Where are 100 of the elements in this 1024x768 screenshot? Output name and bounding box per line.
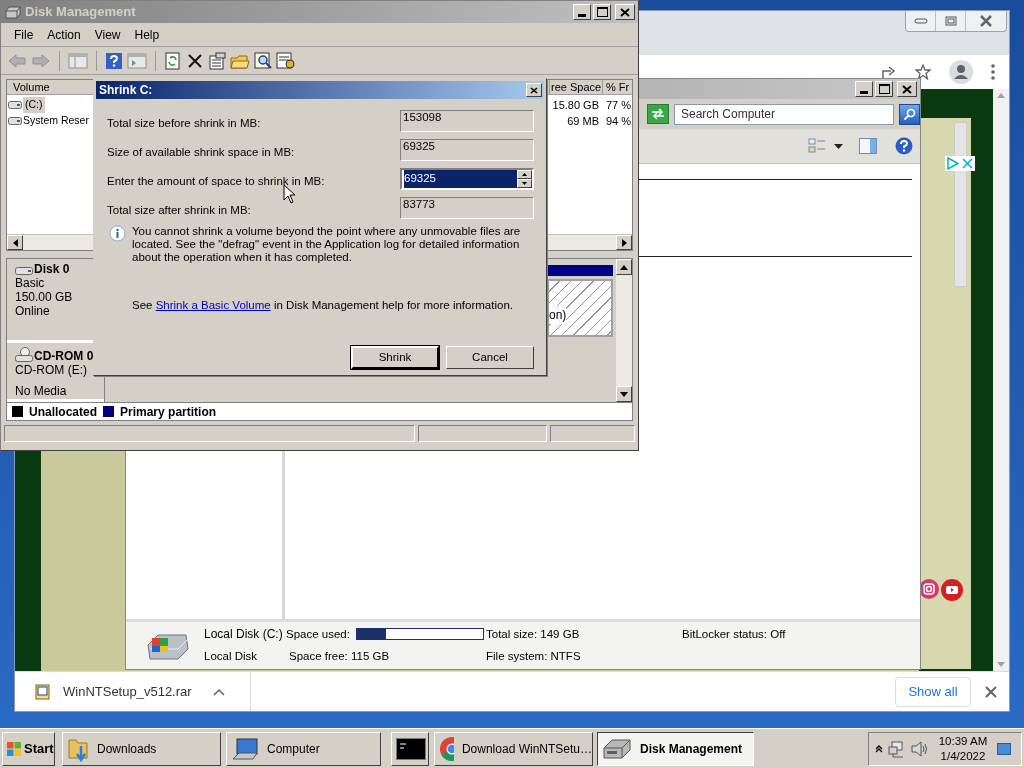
action-pane-icon[interactable]	[127, 52, 147, 69]
menu-item[interactable]: Action	[40, 23, 88, 46]
table-cell[interactable]: (C:)	[23, 97, 45, 113]
table-cell-text: 15.80 GB	[551, 97, 600, 113]
close-button[interactable]	[526, 83, 542, 97]
dialog-button[interactable]: Shrink	[351, 346, 439, 370]
drive-icon	[8, 100, 22, 110]
caret-icon[interactable]	[834, 143, 843, 149]
chrome-icon	[439, 735, 454, 762]
space-used-label: Space used:	[286, 626, 350, 642]
close-icon[interactable]	[902, 84, 912, 94]
close-button[interactable]	[897, 81, 917, 97]
start-button[interactable]: Start	[2, 731, 55, 766]
field-label: Enter the amount of space to shrink in MB:	[107, 174, 325, 190]
table-cell-text: 77 %	[605, 97, 632, 113]
close-icon[interactable]	[620, 7, 630, 17]
partition-box[interactable]: on)	[547, 279, 613, 337]
command-prompt-icon	[396, 737, 426, 760]
partition-header	[547, 265, 613, 276]
speaker-icon[interactable]	[911, 740, 929, 757]
computer-icon	[231, 736, 259, 761]
preview-pane-icon[interactable]	[859, 138, 877, 154]
scrollbar[interactable]	[954, 122, 968, 287]
drive-icon	[8, 116, 22, 126]
drive-name: Local Disk (C:)	[204, 626, 284, 644]
field-label: Total size after shrink in MB:	[107, 203, 251, 219]
profile-icon[interactable]	[949, 60, 973, 84]
help-icon[interactable]	[105, 51, 123, 70]
disk-detail: Basic	[15, 277, 46, 290]
close-button[interactable]	[615, 4, 635, 20]
disk-icon	[5, 5, 21, 19]
window-title: Disk Management	[25, 3, 137, 22]
menu-item[interactable]: Help	[127, 23, 167, 46]
share-icon[interactable]	[881, 65, 897, 79]
arrow-icon[interactable]	[620, 391, 628, 397]
readonly-field: 153098	[400, 110, 534, 132]
help-icon[interactable]	[895, 137, 913, 155]
properties-icon[interactable]	[208, 51, 226, 70]
column-header[interactable]: % Fr	[603, 80, 632, 94]
scroll-right-button[interactable]	[616, 235, 632, 250]
spin-buttons[interactable]	[517, 170, 532, 188]
help-text: See Shrink a Basic Volume in Disk Management help for more information.	[131, 298, 514, 313]
disk-detail: Online	[15, 305, 51, 318]
taskbar-button[interactable]: Downloads	[62, 731, 221, 766]
disk-detail: 150.00 GB	[15, 291, 74, 304]
dialog-button[interactable]: Cancel	[446, 346, 534, 370]
ad-close-icon[interactable]	[960, 156, 976, 171]
taskbar-button[interactable]	[391, 731, 429, 766]
column-header[interactable]: ree Space	[549, 80, 603, 94]
menu-item[interactable]: File	[7, 23, 41, 46]
minimize-icon[interactable]	[913, 18, 928, 24]
menu-icon[interactable]	[991, 64, 995, 80]
search-icon[interactable]	[254, 51, 272, 70]
disk-label-panel[interactable]: CD-ROM 0 CD-ROM (E:) No Media	[7, 343, 104, 402]
arrow-icon[interactable]	[522, 173, 527, 176]
file-system-text: File system: NTFS	[486, 649, 582, 665]
star-icon[interactable]	[915, 64, 931, 80]
taskbar-button[interactable]: Download WinNTSetu…	[434, 731, 593, 766]
start-icon[interactable]	[6, 740, 22, 757]
help-link[interactable]: Shrink a Basic Volume	[155, 299, 271, 311]
arrow-icon[interactable]	[621, 238, 627, 247]
table-cell-text: 69 MB	[566, 113, 600, 129]
taskbar-button[interactable]: Disk Management	[597, 731, 754, 766]
search-field[interactable]: Search Computer	[674, 103, 894, 125]
scrollbar[interactable]	[616, 259, 632, 402]
scroll-left-button[interactable]	[7, 235, 23, 250]
shrink-amount-field[interactable]: 69325	[400, 168, 534, 190]
table-cell-text: 94 %	[605, 113, 632, 129]
delete-icon[interactable]	[186, 51, 204, 70]
disk-name: CD-ROM 0	[34, 350, 94, 363]
bitlocker-status-text: BitLocker status: Off	[682, 626, 786, 642]
download-file-name[interactable]: WinNTSetup_v512.rar	[63, 681, 203, 702]
disk-name: Disk 0	[34, 263, 70, 276]
legend-label: Unallocated	[29, 403, 97, 421]
close-icon[interactable]	[985, 685, 997, 698]
menu-item[interactable]: View	[87, 23, 128, 46]
network-icon[interactable]	[888, 739, 906, 758]
clock-time[interactable]: 10:39 AM	[938, 733, 988, 749]
settings-icon[interactable]	[276, 51, 296, 70]
arrow-icon[interactable]	[620, 264, 628, 270]
refresh-icon[interactable]	[164, 51, 182, 70]
space-free-text: Space free: 115 GB	[288, 649, 391, 665]
taskbar-button[interactable]: Computer	[226, 731, 381, 766]
cursor-icon	[283, 184, 296, 204]
total-size-text: Total size: 149 GB	[486, 626, 581, 642]
show-hidden-icons-icon[interactable]	[875, 744, 883, 753]
field-label: Total size before shrink in MB:	[107, 116, 261, 132]
clock-date[interactable]: 1/4/2022	[940, 748, 986, 764]
show-all-button[interactable]: Show all	[895, 676, 971, 707]
disk-detail: No Media	[15, 385, 68, 398]
arrow-icon[interactable]	[12, 238, 18, 247]
show-desktop-icon[interactable]	[997, 742, 1011, 755]
info-icon	[109, 225, 126, 242]
close-icon[interactable]	[530, 86, 538, 94]
archive-file-icon	[35, 683, 51, 700]
youtube-icon[interactable]	[941, 579, 964, 601]
table-cell[interactable]: System Reser	[23, 113, 89, 129]
restore-icon[interactable]	[944, 16, 957, 26]
caret-icon[interactable]	[213, 687, 225, 696]
arrow-icon[interactable]	[522, 182, 527, 185]
